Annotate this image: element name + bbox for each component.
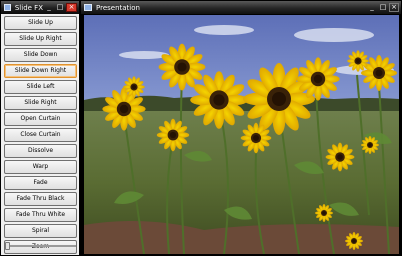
effect-button-list: Slide Up Slide Up Right Slide Down Slide Do… [4,16,77,256]
effect-button[interactable]: Spiral [4,224,77,238]
effect-button[interactable]: Fade Thru Black [4,192,77,206]
effect-button[interactable]: Slide Right [4,96,77,110]
slider-thumb[interactable] [5,242,10,250]
maximize-icon[interactable]: □ [378,3,388,12]
close-icon[interactable]: × [389,3,399,12]
slide-image [84,15,399,254]
effect-slider[interactable] [5,242,76,250]
presentation-title: Presentation [96,3,140,12]
effect-button[interactable]: Slide Up [4,16,77,30]
minimize-icon[interactable]: _ [44,3,54,12]
slide-fx-window: Slide FX _ □ × Slide Up Slide Up Right Sli… [0,0,80,256]
window-icon [4,4,11,11]
window-icon [84,4,92,11]
effect-button[interactable]: Slide Down [4,48,77,62]
effect-button[interactable]: Fade [4,176,77,190]
presentation-titlebar[interactable]: Presentation _ □ × [81,1,401,14]
minimize-icon[interactable]: _ [367,3,377,12]
effect-button[interactable]: Open Curtain [4,112,77,126]
slider-track [5,245,76,247]
effect-button[interactable]: Slide Left [4,80,77,94]
effect-button[interactable]: Warp [4,160,77,174]
effect-button[interactable]: Slide Down Right [4,64,77,78]
maximize-icon[interactable]: □ [55,3,65,12]
slide-fx-titlebar[interactable]: Slide FX _ □ × [1,1,79,14]
effect-button[interactable]: Close Curtain [4,128,77,142]
effect-button[interactable]: Fade Thru White [4,208,77,222]
sunflower-photo [84,15,399,254]
effect-button[interactable]: Dissolve [4,144,77,158]
presentation-window: Presentation _ □ × [80,0,402,256]
slide-fx-title: Slide FX [14,3,43,12]
effect-button[interactable]: Slide Up Right [4,32,77,46]
close-icon[interactable]: × [66,3,77,12]
